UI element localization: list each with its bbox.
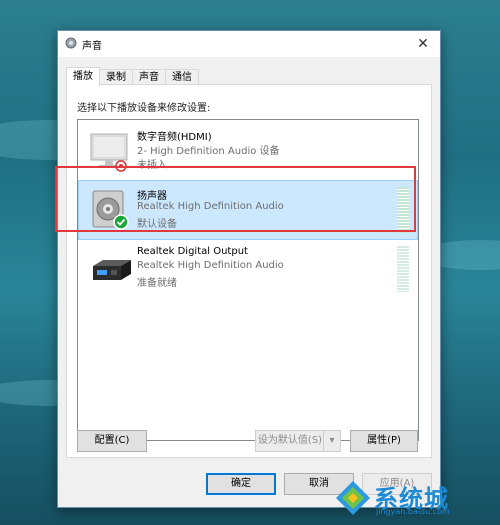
properties-button[interactable]: 属性(P) — [350, 430, 418, 452]
watermark-logo-icon — [336, 481, 370, 515]
device-description: Realtek High Definition Audio — [137, 201, 284, 212]
watermark-url: jingyan.baidu.com — [376, 507, 450, 516]
device-name: Realtek Digital Output — [137, 246, 248, 257]
instruction-text: 选择以下播放设备来修改设置: — [77, 103, 211, 114]
volume-meter — [397, 187, 409, 233]
device-item-speakers[interactable]: 扬声器 Realtek High Definition Audio 默认设备 — [78, 180, 418, 240]
set-default-dropdown-button[interactable]: ▾ — [323, 430, 341, 452]
ok-button[interactable]: 确定 — [206, 473, 276, 495]
device-name: 数字音频(HDMI) — [137, 132, 212, 143]
tab-playback[interactable]: 播放 — [66, 67, 100, 86]
title-bar: 声音 ✕ — [58, 31, 440, 57]
set-default-button[interactable]: 设为默认值(S) — [255, 430, 325, 452]
speaker-icon — [92, 190, 129, 230]
device-status: 默认设备 — [137, 219, 177, 230]
device-description: Realtek High Definition Audio — [137, 260, 284, 271]
speaker-title-icon — [65, 37, 77, 49]
watermark: 系统城 jingyan.baidu.com — [334, 477, 492, 521]
device-list[interactable]: 数字音频(HDMI) 2- High Definition Audio 设备 未… — [77, 119, 419, 441]
window-title: 声音 — [82, 41, 102, 52]
device-item-digital-output[interactable]: Realtek Digital Output Realtek High Defi… — [79, 240, 417, 298]
device-description: 2- High Definition Audio 设备 — [137, 146, 280, 157]
tab-bar: 播放 录制 声音 通信 — [66, 67, 199, 86]
playback-panel: 选择以下播放设备来修改设置: 数字音频(HDMI) 2- High Defini… — [66, 84, 432, 458]
device-item-hdmi[interactable]: 数字音频(HDMI) 2- High Definition Audio 设备 未… — [79, 122, 417, 180]
device-name: 扬声器 — [137, 191, 167, 202]
digital-output-icon — [93, 260, 131, 280]
monitor-icon — [90, 133, 128, 172]
device-status: 准备就绪 — [137, 278, 177, 289]
sound-dialog: 声音 ✕ 播放 录制 声音 通信 选择以下播放设备来修改设置: 数字音频(HDM… — [57, 30, 441, 508]
device-status: 未插入 — [137, 160, 167, 171]
volume-meter — [397, 246, 409, 292]
close-button[interactable]: ✕ — [406, 31, 440, 57]
configure-button[interactable]: 配置(C) — [77, 430, 147, 452]
